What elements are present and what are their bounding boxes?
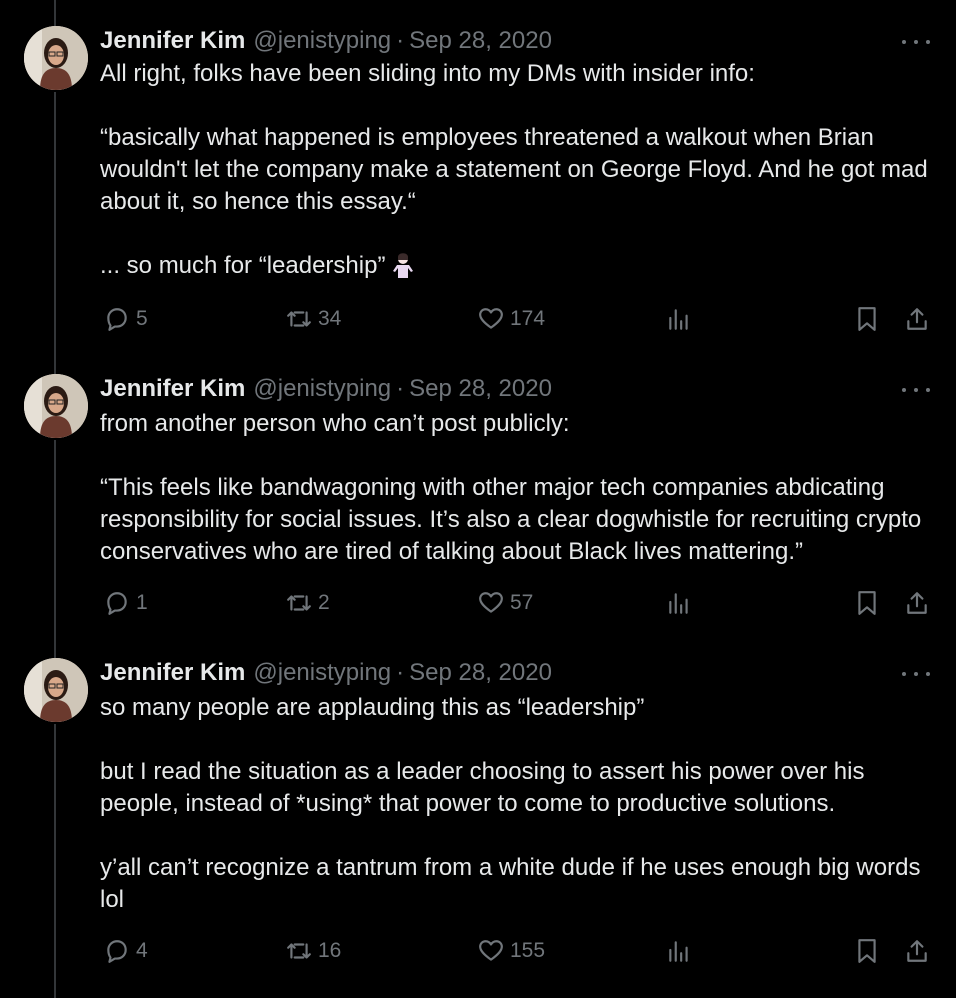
reply-button[interactable]: 5 bbox=[104, 306, 148, 332]
bookmark-button[interactable] bbox=[854, 306, 880, 332]
tweet-date[interactable]: Sep 28, 2020 bbox=[409, 26, 552, 56]
share-icon bbox=[907, 940, 927, 962]
reply-button[interactable]: 4 bbox=[104, 938, 148, 964]
share-icon bbox=[907, 592, 927, 614]
reply-icon bbox=[107, 592, 127, 615]
avatar[interactable] bbox=[24, 26, 88, 90]
heart-icon bbox=[479, 940, 503, 961]
more-icon[interactable] bbox=[902, 380, 930, 400]
like-button[interactable]: 174 bbox=[478, 306, 545, 332]
like-button[interactable]: 57 bbox=[478, 590, 533, 616]
author-handle[interactable]: @jenistyping bbox=[253, 658, 391, 688]
author-handle[interactable]: @jenistyping bbox=[253, 26, 391, 56]
author-handle[interactable]: @jenistyping bbox=[253, 374, 391, 404]
like-count: 155 bbox=[510, 939, 546, 962]
like-count: 57 bbox=[510, 591, 534, 614]
tweet-date[interactable]: Sep 28, 2020 bbox=[409, 374, 552, 404]
avatar[interactable] bbox=[24, 658, 88, 722]
reply-count: 4 bbox=[136, 939, 148, 962]
more-icon[interactable] bbox=[902, 32, 930, 52]
views-icon bbox=[669, 309, 688, 330]
retweet-button[interactable]: 16 bbox=[286, 938, 341, 964]
retweet-icon bbox=[287, 943, 311, 959]
reply-icon bbox=[107, 308, 127, 331]
avatar[interactable] bbox=[24, 374, 88, 438]
tweet-paragraph: from another person who can’t post publi… bbox=[100, 410, 570, 437]
separator: · bbox=[396, 27, 405, 54]
separator: · bbox=[396, 659, 405, 686]
person-shrugging-emoji bbox=[393, 253, 414, 278]
like-button[interactable]: 155 bbox=[478, 938, 545, 964]
views-icon bbox=[669, 593, 688, 614]
retweet-count: 16 bbox=[318, 939, 342, 962]
tweet-header: Jennifer Kim @jenistyping · Sep 28, 2020 bbox=[100, 374, 552, 404]
tweet-paragraph: but I read the situation as a leader cho… bbox=[100, 758, 872, 817]
tweet-paragraph: All right, folks have been sliding into … bbox=[100, 60, 755, 87]
tweet-paragraph: “This feels like bandwagoning with other… bbox=[100, 474, 928, 565]
reply-button[interactable]: 1 bbox=[104, 590, 148, 616]
reply-count: 1 bbox=[136, 591, 148, 614]
tweet-actions: 5 34 174 bbox=[0, 306, 956, 336]
views-icon bbox=[669, 941, 688, 962]
separator: · bbox=[396, 375, 405, 402]
views-button[interactable] bbox=[666, 306, 692, 332]
tweet-paragraph: so many people are applauding this as “l… bbox=[100, 694, 645, 721]
tweet-text: so many people are applauding this as “l… bbox=[100, 692, 930, 916]
views-button[interactable] bbox=[666, 590, 692, 616]
author-name[interactable]: Jennifer Kim bbox=[100, 374, 245, 404]
like-count: 174 bbox=[510, 307, 546, 330]
tweet-actions: 1 2 57 bbox=[0, 590, 956, 620]
share-button[interactable] bbox=[904, 590, 930, 616]
retweet-icon bbox=[287, 595, 311, 611]
retweet-count: 34 bbox=[318, 307, 342, 330]
tweet-text: All right, folks have been sliding into … bbox=[100, 58, 930, 282]
thread-line bbox=[54, 440, 56, 658]
retweet-button[interactable]: 34 bbox=[286, 306, 341, 332]
heart-icon bbox=[479, 592, 503, 613]
share-icon bbox=[907, 308, 927, 330]
tweet-header: Jennifer Kim @jenistyping · Sep 28, 2020 bbox=[100, 26, 552, 56]
more-icon[interactable] bbox=[902, 664, 930, 684]
tweet-paragraph: “basically what happened is employees th… bbox=[100, 124, 935, 215]
tweet-text: from another person who can’t post publi… bbox=[100, 408, 930, 568]
reply-count: 5 bbox=[136, 307, 148, 330]
tweet-date[interactable]: Sep 28, 2020 bbox=[409, 658, 552, 688]
reply-icon bbox=[107, 940, 127, 963]
retweet-count: 2 bbox=[318, 591, 330, 614]
bookmark-button[interactable] bbox=[854, 590, 880, 616]
bookmark-icon bbox=[858, 307, 876, 331]
share-button[interactable] bbox=[904, 938, 930, 964]
author-name[interactable]: Jennifer Kim bbox=[100, 26, 245, 56]
tweet-paragraph: y’all can’t recognize a tantrum from a w… bbox=[100, 854, 928, 913]
author-name[interactable]: Jennifer Kim bbox=[100, 658, 245, 688]
tweet-paragraph: ... so much for “leadership” bbox=[100, 250, 930, 282]
heart-icon bbox=[479, 308, 503, 329]
retweet-button[interactable]: 2 bbox=[286, 590, 330, 616]
thread-line bbox=[54, 0, 56, 26]
bookmark-button[interactable] bbox=[854, 938, 880, 964]
bookmark-icon bbox=[858, 591, 876, 615]
tweet-header: Jennifer Kim @jenistyping · Sep 28, 2020 bbox=[100, 658, 552, 688]
retweet-icon bbox=[287, 311, 311, 327]
share-button[interactable] bbox=[904, 306, 930, 332]
tweet-actions: 4 16 155 bbox=[0, 938, 956, 968]
views-button[interactable] bbox=[666, 938, 692, 964]
bookmark-icon bbox=[858, 939, 876, 963]
